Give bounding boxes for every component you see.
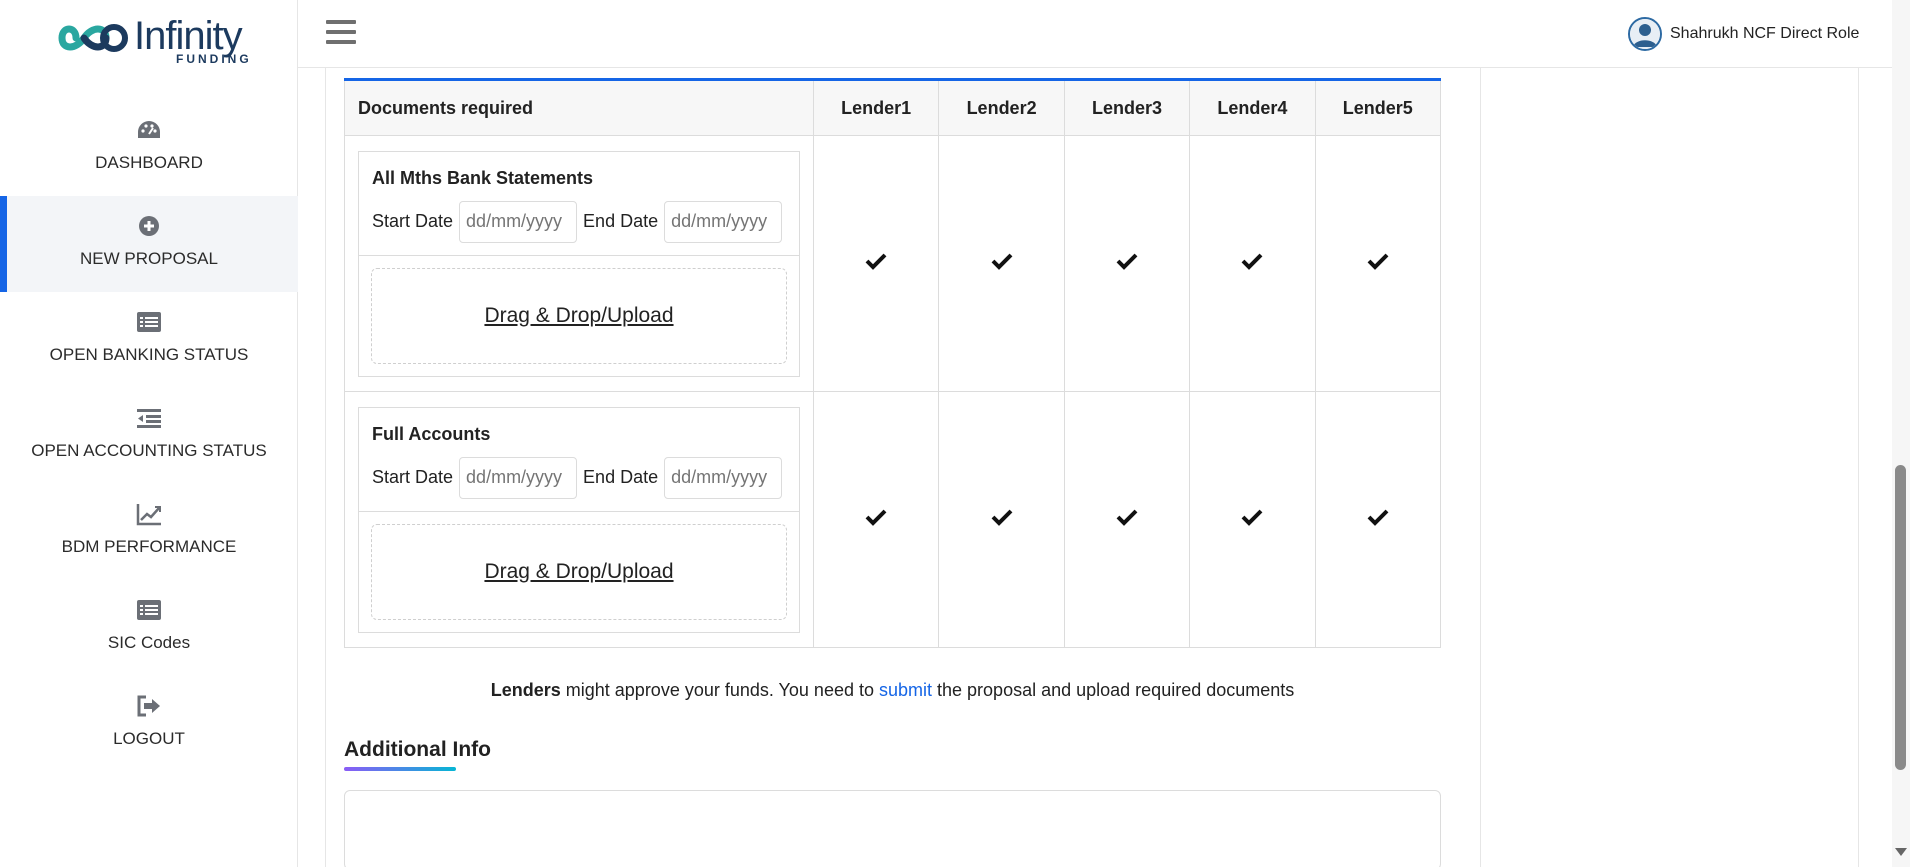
- user-icon: [1630, 19, 1660, 49]
- hamburger-menu-icon[interactable]: [326, 20, 356, 46]
- avatar: [1628, 17, 1662, 51]
- lender-check-cell: [1063, 391, 1191, 648]
- lender-check-cell: [1189, 135, 1316, 392]
- check-icon: [991, 509, 1012, 526]
- right-panel: [1481, 68, 1859, 867]
- upload-link[interactable]: Drag & Drop/Upload: [484, 560, 673, 584]
- lender-check-cell: [938, 135, 1065, 392]
- column-header: Documents required: [344, 79, 814, 136]
- check-icon: [865, 253, 887, 270]
- column-header: Lender2: [938, 79, 1065, 136]
- end-date-label: End Date: [583, 467, 659, 487]
- start-date-input[interactable]: [459, 200, 578, 243]
- sidebar-item-label: OPEN BANKING STATUS: [49, 345, 249, 364]
- note-text: might approve your funds. You need to: [560, 680, 879, 700]
- documents-table: Documents required Lender1 Lender2 Lende…: [344, 78, 1442, 648]
- upload-dropzone[interactable]: Drag & Drop/Upload: [371, 267, 787, 364]
- dashboard-icon: [138, 121, 160, 138]
- list-icon: [137, 312, 161, 332]
- column-header: Lender3: [1063, 79, 1191, 136]
- table-header-row: Documents required Lender1 Lender2 Lende…: [344, 79, 1442, 136]
- start-date-label: Start Date: [372, 467, 454, 487]
- content-divider: [325, 68, 326, 867]
- lenders-note: Lenders might approve your funds. You ne…: [344, 680, 1441, 701]
- sidebar-item-label: NEW PROPOSAL: [80, 249, 218, 268]
- table-row: Full Accounts Start Date End Date Drag &…: [344, 391, 1442, 648]
- section-title: Additional Info: [344, 738, 491, 761]
- note-bold: Lenders: [490, 680, 561, 700]
- check-icon: [1116, 253, 1138, 270]
- end-date-input[interactable]: [664, 456, 783, 499]
- column-header: Lender4: [1189, 79, 1316, 136]
- upload-dropzone[interactable]: Drag & Drop/Upload: [371, 523, 787, 620]
- document-cell: Full Accounts Start Date End Date Drag &…: [344, 391, 814, 648]
- note-text: the proposal and upload required documen…: [932, 680, 1295, 700]
- lender-check-cell: [1314, 135, 1442, 392]
- end-date-label: End Date: [583, 211, 659, 231]
- list-icon: [137, 600, 161, 620]
- lender-check-cell: [938, 391, 1065, 648]
- sidebar-item-label: DASHBOARD: [95, 153, 203, 172]
- plus-circle-icon: [139, 216, 159, 236]
- sidebar-item-sic-codes[interactable]: SIC Codes: [0, 580, 298, 676]
- sidebar-item-label: SIC Codes: [107, 633, 191, 652]
- lender-check-cell: [1314, 391, 1442, 648]
- user-name: Shahrukh NCF Direct Role: [1670, 25, 1860, 42]
- lender-check-cell: [812, 135, 940, 392]
- sidebar: Infinity FUNDING DASHBOARD NEW PROPOSAL: [0, 0, 298, 867]
- submit-link[interactable]: submit: [879, 680, 932, 700]
- lender-check-cell: [812, 391, 940, 648]
- check-icon: [991, 253, 1012, 270]
- lender-check-cell: [1189, 391, 1316, 648]
- check-icon: [1241, 509, 1263, 526]
- check-icon: [865, 509, 887, 526]
- scroll-down-arrow-icon[interactable]: [1895, 848, 1907, 856]
- check-icon: [1116, 509, 1138, 526]
- sidebar-item-label: BDM PERFORMANCE: [61, 537, 237, 556]
- upload-link[interactable]: Drag & Drop/Upload: [484, 304, 673, 328]
- sidebar-item-label: LOGOUT: [113, 729, 185, 748]
- brand-logo[interactable]: Infinity FUNDING: [58, 14, 249, 70]
- section-underline: [344, 767, 456, 771]
- table-row: All Mths Bank Statements Start Date End …: [344, 135, 1442, 392]
- document-title: Full Accounts: [372, 423, 491, 444]
- sign-out-icon: [137, 695, 160, 717]
- document-card: All Mths Bank Statements Start Date End …: [358, 150, 800, 377]
- start-date-label: Start Date: [372, 211, 454, 231]
- column-header: Lender5: [1314, 79, 1442, 136]
- sidebar-item-label: OPEN ACCOUNTING STATUS: [31, 441, 267, 460]
- sidebar-item-open-accounting-status[interactable]: OPEN ACCOUNTING STATUS: [0, 388, 298, 484]
- scrollbar-thumb[interactable]: [1895, 465, 1906, 770]
- sidebar-nav: DASHBOARD NEW PROPOSAL OPEN BANKING STAT…: [0, 100, 298, 772]
- check-icon: [1367, 253, 1389, 270]
- sidebar-item-bdm-performance[interactable]: BDM PERFORMANCE: [0, 484, 298, 580]
- check-icon: [1241, 253, 1263, 270]
- document-card: Full Accounts Start Date End Date Drag &…: [358, 406, 800, 633]
- user-menu[interactable]: Shahrukh NCF Direct Role: [1628, 16, 1859, 52]
- brand-subtitle: FUNDING: [176, 52, 252, 66]
- start-date-input[interactable]: [459, 456, 578, 499]
- sidebar-item-open-banking-status[interactable]: OPEN BANKING STATUS: [0, 292, 298, 388]
- sidebar-item-dashboard[interactable]: DASHBOARD: [0, 100, 298, 196]
- column-header: Lender1: [812, 79, 940, 136]
- chart-line-icon: [136, 504, 161, 526]
- document-title: All Mths Bank Statements: [372, 167, 594, 188]
- infinity-logo-icon: [58, 24, 128, 52]
- lender-check-cell: [1063, 135, 1191, 392]
- document-cell: All Mths Bank Statements Start Date End …: [344, 135, 814, 392]
- check-icon: [1367, 509, 1389, 526]
- end-date-input[interactable]: [664, 200, 783, 243]
- sidebar-item-logout[interactable]: LOGOUT: [0, 676, 298, 772]
- indent-icon: [137, 409, 161, 428]
- sidebar-item-new-proposal[interactable]: NEW PROPOSAL: [0, 196, 298, 292]
- additional-info-box[interactable]: [344, 790, 1441, 867]
